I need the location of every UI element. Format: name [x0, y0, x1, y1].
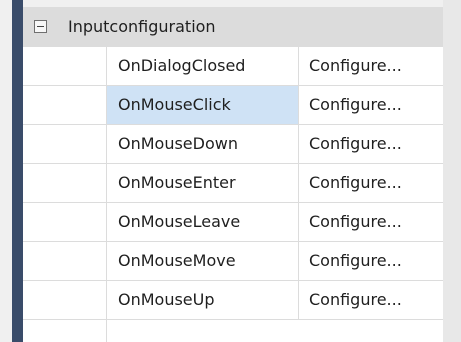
property-value[interactable]: Configure... — [299, 125, 443, 163]
property-value[interactable]: Configure... — [299, 86, 443, 124]
property-name: OnMouseEnter — [107, 164, 299, 202]
property-row-onmouseenter[interactable]: OnMouseEnter Configure... — [23, 164, 443, 203]
right-edge-panel — [443, 0, 461, 342]
property-value[interactable]: Configure... — [299, 203, 443, 241]
property-name: OnMouseClick — [107, 86, 299, 124]
property-name: OnMouseDown — [107, 125, 299, 163]
category-inputconfiguration[interactable]: Inputconfiguration — [23, 7, 443, 47]
property-name: OnMouseUp — [107, 281, 299, 319]
property-grid-window: Inputconfiguration OnDialogClosed Config… — [0, 0, 461, 342]
property-value[interactable]: Configure... — [299, 242, 443, 280]
category-label: Inputconfiguration — [68, 17, 216, 36]
property-row-onmouseup[interactable]: OnMouseUp Configure... — [23, 281, 443, 320]
property-value[interactable]: Configure... — [299, 281, 443, 319]
left-border — [12, 0, 23, 342]
property-row-onmousemove[interactable]: OnMouseMove Configure... — [23, 242, 443, 281]
collapse-icon[interactable] — [34, 20, 47, 33]
property-value[interactable]: Configure... — [299, 47, 443, 85]
property-grid: Inputconfiguration OnDialogClosed Config… — [23, 7, 443, 342]
property-row-ondialogclosed[interactable]: OnDialogClosed Configure... — [23, 47, 443, 86]
property-value[interactable]: Configure... — [299, 164, 443, 202]
property-row-onmouseclick[interactable]: OnMouseClick Configure... — [23, 86, 443, 125]
property-name: OnDialogClosed — [107, 47, 299, 85]
property-row-onmouseleave[interactable]: OnMouseLeave Configure... — [23, 203, 443, 242]
property-name: OnMouseLeave — [107, 203, 299, 241]
property-name: OnMouseMove — [107, 242, 299, 280]
property-row-onmousedown[interactable]: OnMouseDown Configure... — [23, 125, 443, 164]
